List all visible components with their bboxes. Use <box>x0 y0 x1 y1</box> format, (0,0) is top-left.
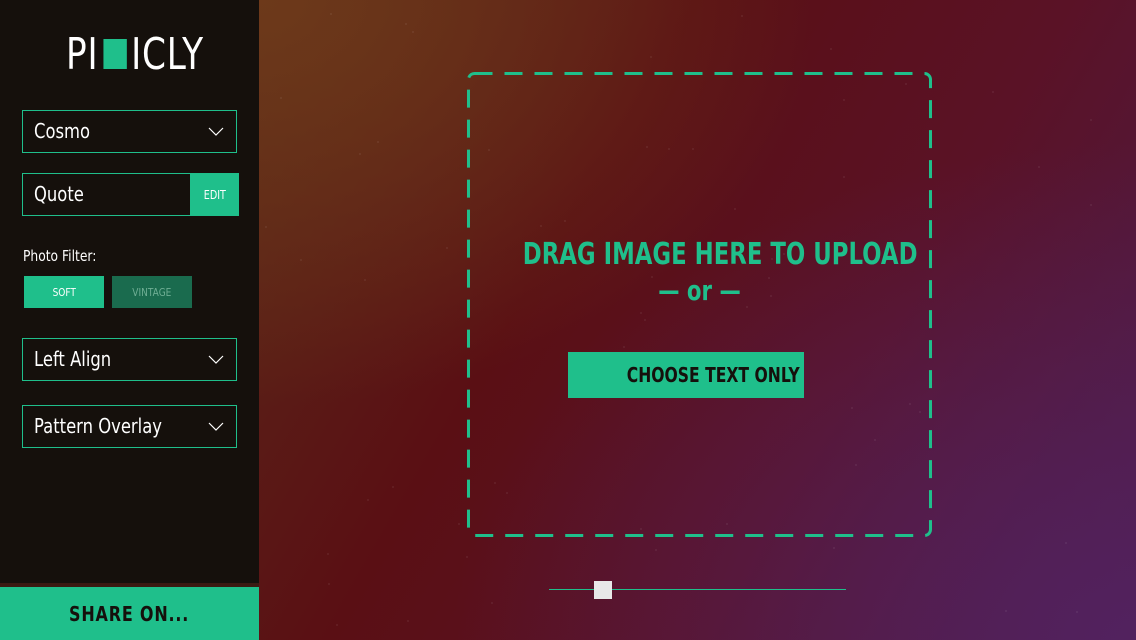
quote-field[interactable]: Quote EDIT <box>22 173 239 216</box>
texture-speck <box>1005 610 1007 612</box>
texture-speck <box>992 91 994 93</box>
theme-select-value: Cosmo <box>34 119 91 143</box>
texture-speck <box>446 247 448 249</box>
share-button-label: SHARE ON... <box>69 601 190 626</box>
slider-thumb[interactable] <box>594 581 612 599</box>
texture-speck <box>377 141 379 143</box>
texture-speck <box>405 23 407 25</box>
texture-speck <box>364 279 366 281</box>
texture-speck <box>280 97 282 99</box>
texture-speck <box>1065 542 1067 544</box>
texture-speck <box>655 549 657 551</box>
texture-speck <box>1090 119 1092 121</box>
texture-speck <box>1038 166 1040 168</box>
texture-speck <box>336 624 338 626</box>
quote-field-value: Quote <box>34 182 84 206</box>
or-separator: — or — <box>658 274 741 307</box>
texture-speck <box>359 153 361 155</box>
texture-speck <box>491 602 493 604</box>
texture-speck <box>300 259 302 261</box>
choose-text-only-button[interactable]: CHOOSE TEXT ONLY <box>568 352 804 398</box>
logo-text-right: ICLY <box>131 28 204 80</box>
texture-speck <box>265 226 267 228</box>
texture-speck <box>830 48 832 50</box>
texture-speck <box>392 486 394 488</box>
texture-speck <box>328 583 330 585</box>
logo-text-left: PI <box>66 28 99 80</box>
filter-soft-button[interactable]: SOFT <box>24 276 104 308</box>
align-select-value: Left Align <box>34 347 112 371</box>
share-button[interactable]: SHARE ON... <box>0 587 259 640</box>
chevron-down-icon <box>208 127 224 136</box>
logo-square-icon <box>103 39 127 69</box>
texture-speck <box>833 547 835 549</box>
texture-speck <box>330 13 332 15</box>
texture-speck <box>407 620 409 622</box>
edit-button-label: EDIT <box>203 187 226 202</box>
edit-button[interactable]: EDIT <box>190 173 239 216</box>
photo-filter-label: Photo Filter: <box>23 247 97 265</box>
app-logo: PI ICLY <box>66 28 204 80</box>
overlay-select-value: Pattern Overlay <box>34 414 162 438</box>
chevron-down-icon <box>208 422 224 431</box>
texture-speck <box>650 56 652 58</box>
texture-speck <box>458 523 460 525</box>
filter-soft-label: SOFT <box>52 285 76 299</box>
sidebar: PI ICLY Cosmo Quote EDIT Photo Filter: S… <box>0 0 259 640</box>
image-dropzone[interactable]: DRAG IMAGE HERE TO UPLOAD — or — CHOOSE … <box>467 72 932 537</box>
align-select[interactable]: Left Align <box>22 338 237 381</box>
preview-canvas: DRAG IMAGE HERE TO UPLOAD — or — CHOOSE … <box>259 0 1136 640</box>
size-slider[interactable] <box>549 580 846 600</box>
texture-speck <box>1076 611 1078 613</box>
chevron-down-icon <box>208 355 224 364</box>
drag-upload-text: DRAG IMAGE HERE TO UPLOAD <box>522 237 918 272</box>
texture-speck <box>412 31 414 33</box>
filter-vintage-label: VINTAGE <box>132 285 172 299</box>
texture-speck <box>741 15 743 17</box>
filter-vintage-button[interactable]: VINTAGE <box>112 276 192 308</box>
overlay-select[interactable]: Pattern Overlay <box>22 405 237 448</box>
choose-text-only-label: CHOOSE TEXT ONLY <box>627 363 800 387</box>
texture-speck <box>327 553 329 555</box>
texture-speck <box>367 499 369 501</box>
texture-speck <box>1090 204 1092 206</box>
texture-speck <box>466 556 468 558</box>
theme-select[interactable]: Cosmo <box>22 110 237 153</box>
